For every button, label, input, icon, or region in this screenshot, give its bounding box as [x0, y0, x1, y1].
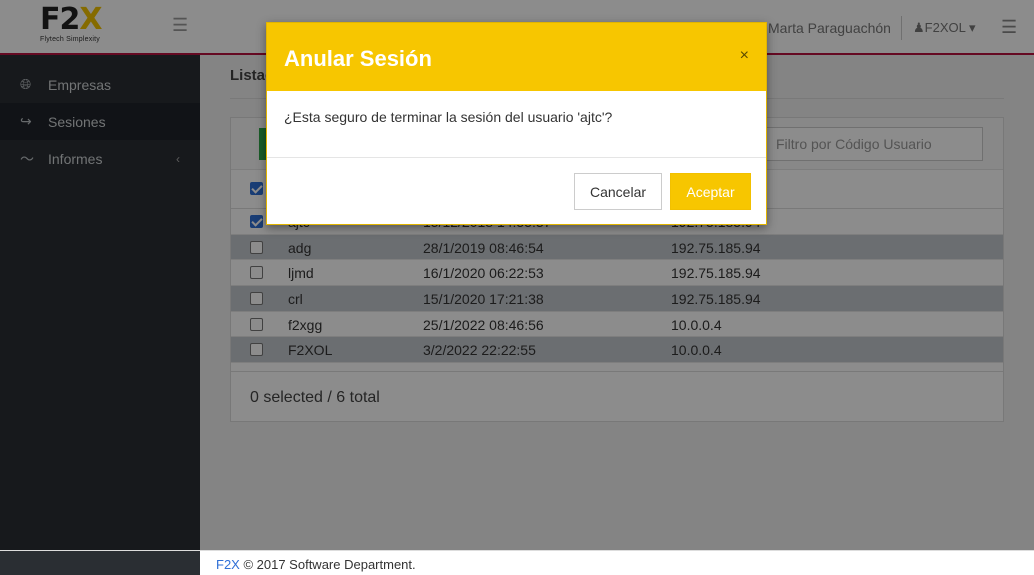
footer-text: F2X © 2017 Software Department. [216, 557, 416, 572]
dialog-message: ¿Esta seguro de terminar la sesión del u… [284, 109, 613, 125]
close-icon[interactable]: × [740, 48, 749, 64]
dialog-title: Anular Sesión [284, 46, 432, 71]
dialog-body: ¿Esta seguro de terminar la sesión del u… [267, 91, 766, 158]
dialog-header: Anular Sesión × [267, 23, 766, 91]
confirm-dialog: Anular Sesión × ¿Esta seguro de terminar… [266, 22, 767, 225]
page-footer: F2X © 2017 Software Department. [0, 550, 1034, 575]
footer-brand-link[interactable]: F2X [216, 557, 240, 572]
accept-button[interactable]: Aceptar [670, 173, 751, 210]
cancel-button[interactable]: Cancelar [574, 173, 662, 210]
dialog-footer: Cancelar Aceptar [267, 158, 766, 225]
